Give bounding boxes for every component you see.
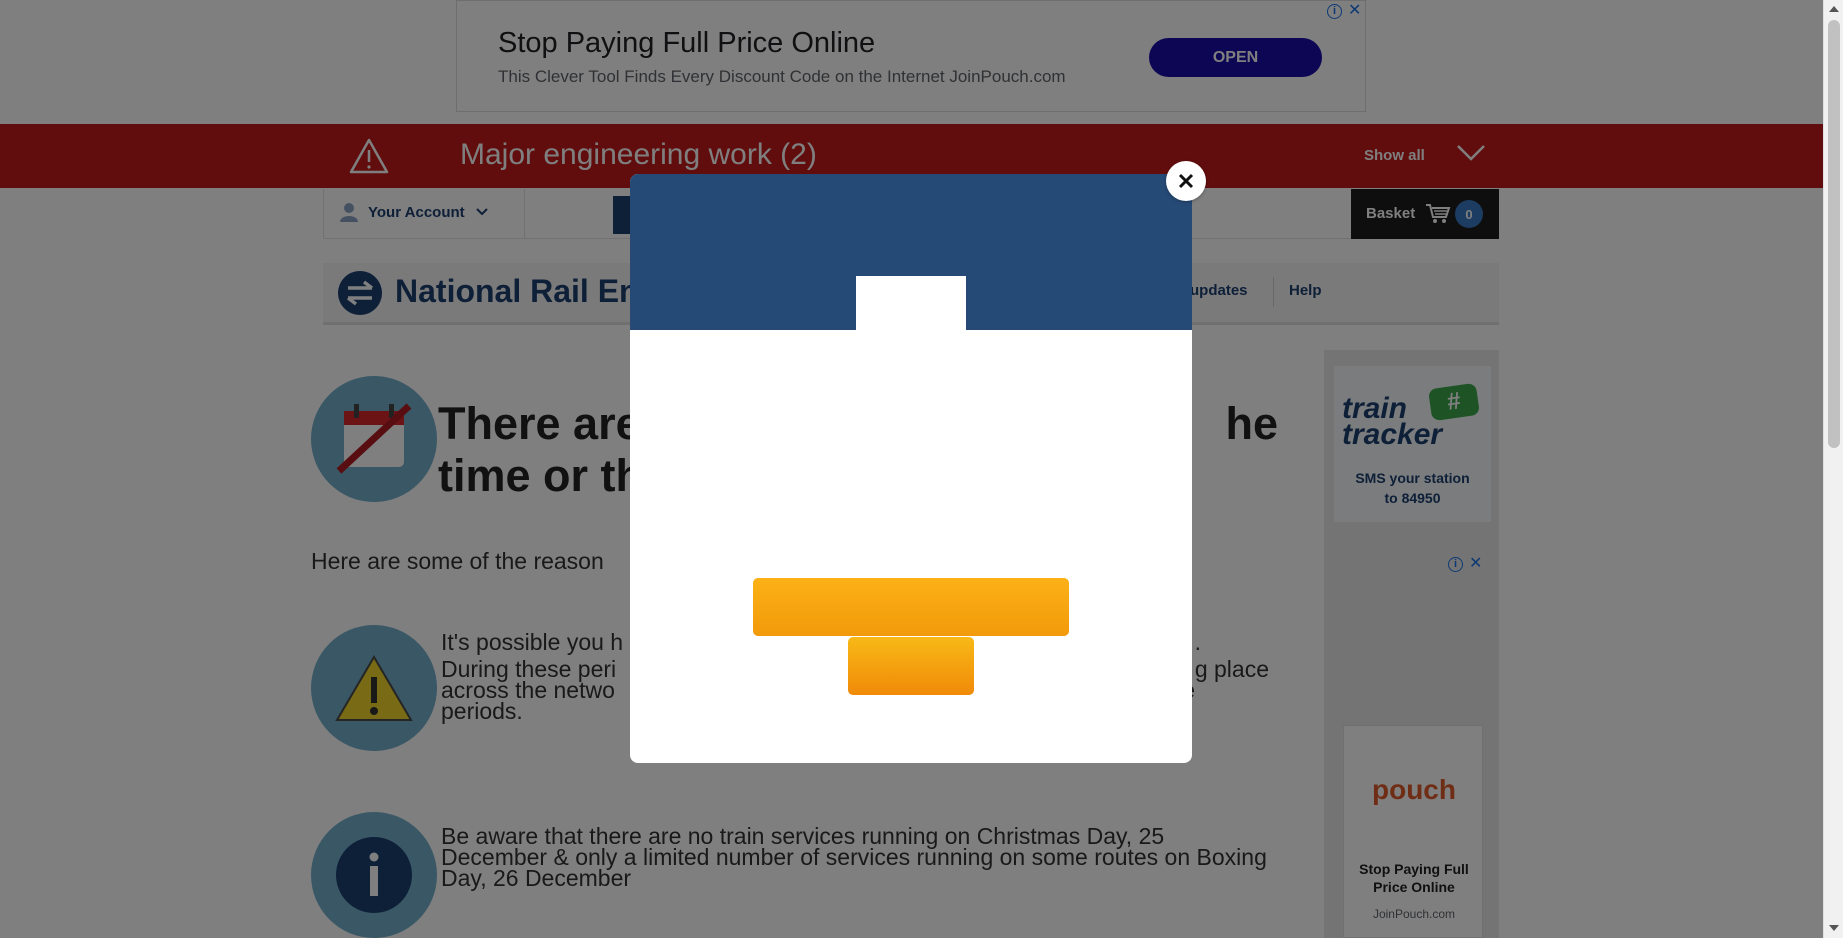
modal-secondary-button[interactable] xyxy=(848,637,974,695)
scroll-up-arrow-icon[interactable] xyxy=(1829,6,1839,12)
modal-close-button[interactable] xyxy=(1166,161,1206,201)
page: Stop Paying Full Price Online This Cleve… xyxy=(0,0,1823,938)
close-icon xyxy=(1178,173,1194,189)
modal-header-notch xyxy=(856,276,966,332)
scroll-down-arrow-icon[interactable] xyxy=(1829,925,1839,931)
scrollbar-thumb[interactable] xyxy=(1828,20,1840,448)
modal-primary-button[interactable] xyxy=(753,578,1069,636)
popup-modal xyxy=(630,174,1192,763)
vertical-scrollbar[interactable] xyxy=(1823,0,1843,938)
